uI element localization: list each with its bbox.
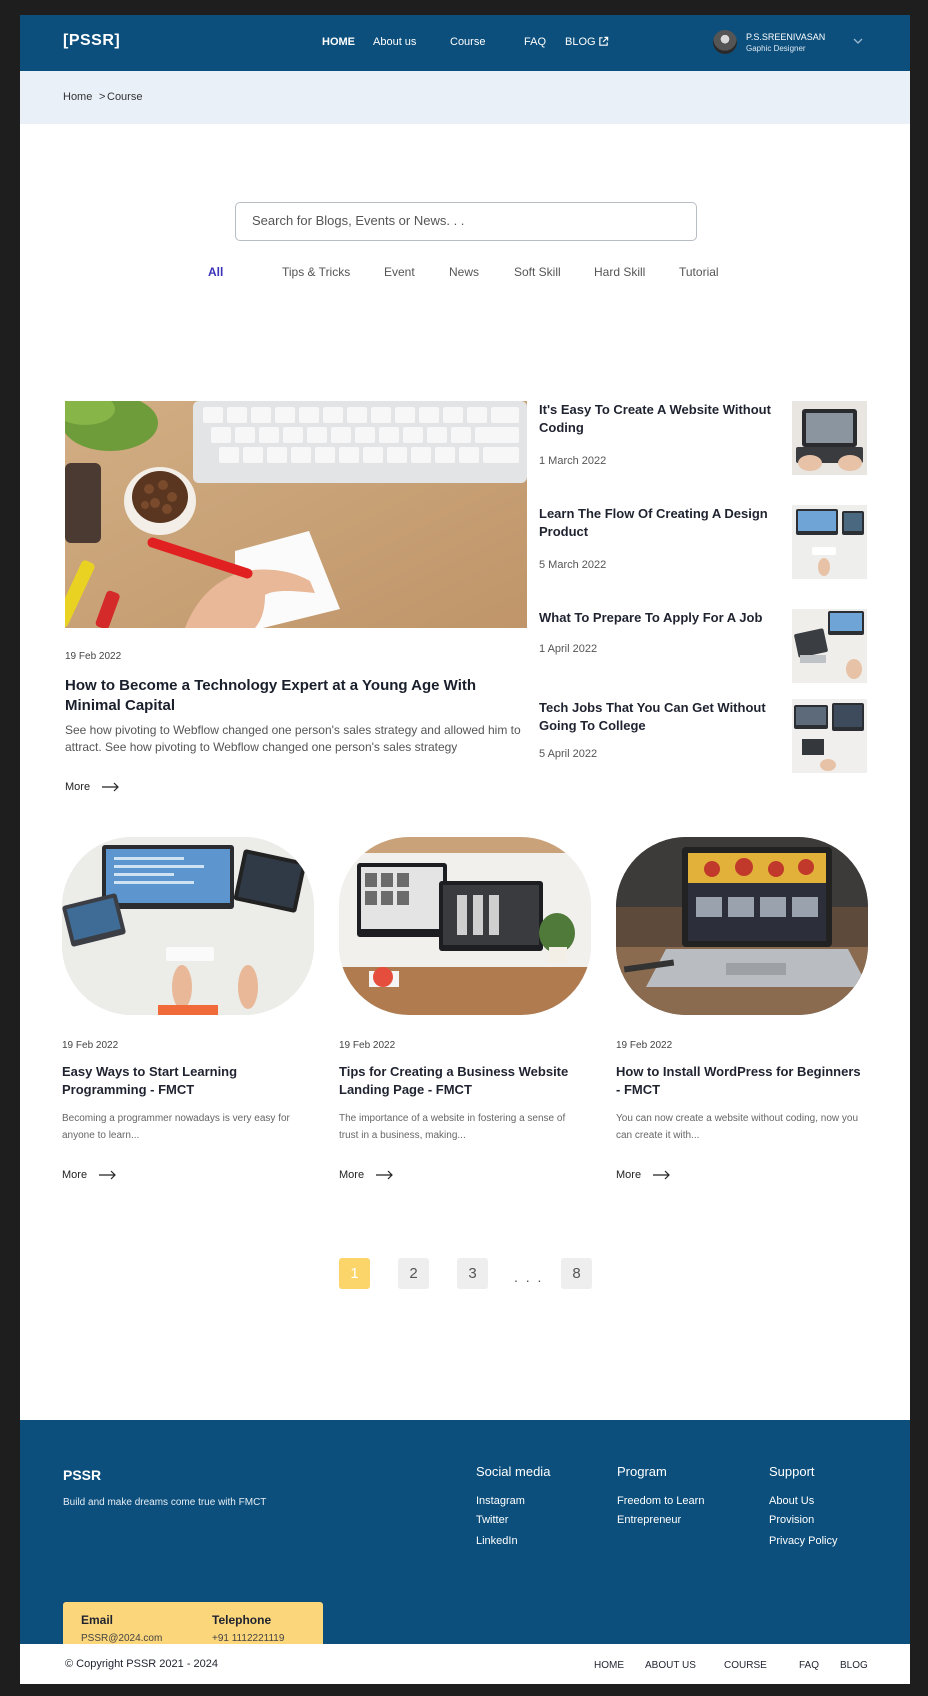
logo[interactable]: [PSSR]	[63, 32, 120, 50]
filter-tab-tips-tricks[interactable]: Tips & Tricks	[282, 265, 350, 279]
user-name: P.S.SREENIVASAN	[746, 32, 826, 42]
filter-tab-tutorial[interactable]: Tutorial	[679, 265, 719, 279]
card-more-link[interactable]: More	[616, 1169, 671, 1181]
footer-link-twitter[interactable]: Twitter	[476, 1514, 508, 1526]
side-post-date: 5 April 2022	[539, 748, 598, 760]
top-navbar: [PSSR] HOME About us Course FAQ BLOG P.S…	[20, 15, 910, 71]
bottom-link-course[interactable]: COURSE	[724, 1660, 767, 1671]
page-button-8[interactable]: 8	[561, 1258, 592, 1289]
nav-blog[interactable]: BLOG	[565, 36, 609, 48]
nav-blog-label: BLOG	[565, 36, 596, 48]
side-post-title[interactable]: What To Prepare To Apply For A Job	[539, 609, 774, 627]
featured-post-more-link[interactable]: More	[65, 781, 120, 793]
nav-home[interactable]: HOME	[322, 36, 355, 48]
pagination-ellipsis: . . .	[514, 1269, 544, 1285]
contact-email-value[interactable]: PSSR@2024.com	[81, 1633, 162, 1644]
breadcrumb-home[interactable]: Home	[63, 91, 92, 103]
footer-link-instagram[interactable]: Instagram	[476, 1495, 525, 1507]
more-label: More	[65, 781, 91, 793]
card-image[interactable]	[62, 837, 314, 1015]
chevron-down-icon[interactable]	[852, 35, 864, 47]
card-excerpt: Becoming a programmer nowadays is very e…	[62, 1113, 290, 1141]
nav-course[interactable]: Course	[450, 36, 485, 48]
side-post-date: 1 April 2022	[539, 643, 598, 655]
featured-post-excerpt: See how pivoting to Webflow changed one …	[65, 723, 521, 754]
card-image[interactable]	[339, 837, 591, 1015]
filter-tab-news[interactable]: News	[449, 265, 479, 279]
footer-heading-social: Social media	[476, 1464, 551, 1479]
card-date: 19 Feb 2022	[339, 1040, 396, 1051]
copyright-text: © Copyright PSSR 2021 - 2024	[65, 1658, 219, 1670]
footer-link-linkedin[interactable]: LinkedIn	[476, 1535, 518, 1547]
bottom-link-faq[interactable]: FAQ	[799, 1660, 819, 1671]
external-link-icon	[599, 36, 609, 46]
breadcrumb-separator: >	[99, 91, 106, 103]
arrow-right-icon	[653, 1170, 670, 1180]
bottom-bar: © Copyright PSSR 2021 - 2024 HOME ABOUT …	[20, 1644, 910, 1684]
contact-phone-label: Telephone	[212, 1613, 272, 1627]
nav-about-us[interactable]: About us	[373, 36, 416, 48]
card-excerpt: The importance of a website in fostering…	[339, 1113, 566, 1141]
page-button-2[interactable]: 2	[398, 1258, 429, 1289]
card-excerpt: You can now create a website without cod…	[616, 1113, 859, 1141]
contact-email-label: Email	[81, 1613, 114, 1627]
footer-link-about-us[interactable]: About Us	[769, 1495, 814, 1507]
filter-tab-all[interactable]: All	[208, 265, 223, 279]
filter-tab-hard-skill[interactable]: Hard Skill	[594, 265, 645, 279]
more-label: More	[62, 1169, 88, 1181]
side-post-title[interactable]: It's Easy To Create A Website Without Co…	[539, 401, 774, 437]
search-box[interactable]	[235, 202, 697, 241]
card-more-link[interactable]: More	[62, 1169, 117, 1181]
card-more-link[interactable]: More	[339, 1169, 394, 1181]
contact-phone-value[interactable]: +91 1112221119	[212, 1633, 284, 1644]
side-post-thumbnail[interactable]	[792, 699, 867, 773]
page: [PSSR] HOME About us Course FAQ BLOG P.S…	[20, 15, 910, 1684]
avatar[interactable]	[713, 30, 737, 54]
more-label: More	[339, 1169, 365, 1181]
side-post-date: 1 March 2022	[539, 455, 607, 467]
side-post-thumbnail[interactable]	[792, 505, 867, 579]
bottom-link-about-us[interactable]: ABOUT US	[645, 1660, 696, 1671]
filter-tab-event[interactable]: Event	[384, 265, 415, 279]
footer-link-entrepreneur[interactable]: Entrepreneur	[617, 1514, 681, 1526]
arrow-right-icon	[376, 1170, 393, 1180]
card-image[interactable]	[616, 837, 868, 1015]
bottom-link-home[interactable]: HOME	[594, 1660, 624, 1671]
nav-faq[interactable]: FAQ	[524, 36, 546, 48]
featured-post-image[interactable]	[65, 401, 527, 628]
arrow-right-icon	[102, 782, 119, 792]
side-post-title[interactable]: Tech Jobs That You Can Get Without Going…	[539, 699, 774, 735]
breadcrumb: Home > Course	[20, 71, 910, 124]
footer-link-privacy-policy[interactable]: Privacy Policy	[769, 1535, 837, 1547]
side-post-title[interactable]: Learn The Flow Of Creating A Design Prod…	[539, 505, 774, 541]
card-date: 19 Feb 2022	[616, 1040, 673, 1051]
page-button-3[interactable]: 3	[457, 1258, 488, 1289]
footer: PSSR Build and make dreams come true wit…	[20, 1420, 910, 1654]
bottom-link-blog[interactable]: BLOG	[840, 1660, 868, 1671]
search-input[interactable]	[252, 213, 672, 228]
footer-heading-support: Support	[769, 1464, 815, 1479]
card-title[interactable]: Easy Ways to Start Learning Programming …	[62, 1063, 307, 1099]
footer-brand: PSSR	[63, 1467, 102, 1483]
filter-tab-soft-skill[interactable]: Soft Skill	[514, 265, 561, 279]
card-title[interactable]: How to Install WordPress for Beginners -…	[616, 1063, 861, 1099]
featured-post-date: 19 Feb 2022	[65, 651, 122, 662]
arrow-right-icon	[99, 1170, 116, 1180]
more-label: More	[616, 1169, 642, 1181]
side-post-thumbnail[interactable]	[792, 401, 867, 475]
side-post-date: 5 March 2022	[539, 559, 607, 571]
footer-link-provision[interactable]: Provision	[769, 1514, 814, 1526]
side-post-thumbnail[interactable]	[792, 609, 867, 683]
breadcrumb-current: Course	[107, 91, 143, 103]
user-role: Gaphic Designer	[746, 44, 806, 53]
page-button-1[interactable]: 1	[339, 1258, 370, 1289]
footer-heading-program: Program	[617, 1464, 667, 1479]
footer-link-freedom-to-learn[interactable]: Freedom to Learn	[617, 1495, 704, 1507]
featured-post-title[interactable]: How to Become a Technology Expert at a Y…	[65, 676, 515, 716]
card-title[interactable]: Tips for Creating a Business Website Lan…	[339, 1063, 584, 1099]
footer-tagline: Build and make dreams come true with FMC…	[63, 1497, 267, 1508]
card-date: 19 Feb 2022	[62, 1040, 119, 1051]
